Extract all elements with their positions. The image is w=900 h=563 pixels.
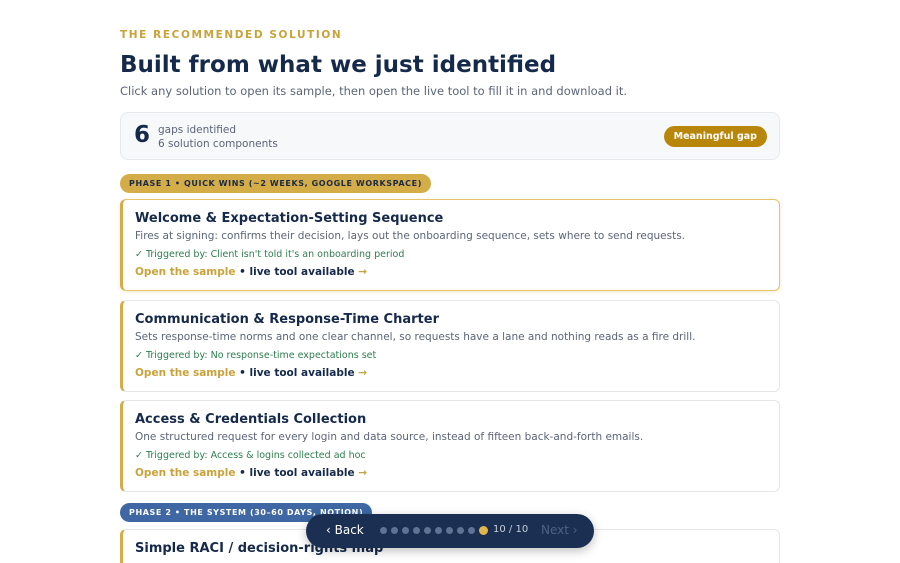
solution-card-communication[interactable]: Communication & Response-Time Charter Se… (120, 300, 780, 392)
step-dots (380, 526, 488, 535)
stats-panel: 6 gaps identified 6 solution components … (120, 112, 780, 160)
arrow-right-icon: → (354, 467, 368, 479)
card-title: Communication & Response-Time Charter (135, 312, 439, 327)
step-dot[interactable] (391, 527, 398, 534)
step-dot[interactable] (446, 527, 453, 534)
solution-card-access[interactable]: Access & Credentials Collection One stru… (120, 400, 780, 492)
arrow-right-icon: → (354, 266, 368, 278)
severity-badge: Meaningful gap (663, 126, 767, 147)
live-tool-link[interactable]: • live tool available (235, 266, 354, 278)
step-dot[interactable] (435, 527, 442, 534)
card-trigger: ✓ Triggered by: No response-time expecta… (135, 350, 377, 361)
card-trigger: ✓ Triggered by: Access & logins collecte… (135, 450, 366, 461)
page-subtitle: Click any solution to open its sample, t… (120, 84, 628, 98)
live-tool-link[interactable]: • live tool available (235, 367, 354, 379)
solution-card-welcome[interactable]: Welcome & Expectation-Setting Sequence F… (120, 199, 780, 291)
card-title: Welcome & Expectation-Setting Sequence (135, 211, 444, 226)
section-eyebrow: THE RECOMMENDED SOLUTION (120, 29, 343, 41)
card-trigger: ✓ Triggered by: Client isn't told it's a… (135, 249, 405, 260)
step-dot[interactable] (380, 527, 387, 534)
pager-bar: ‹ Back 10 / 10 Next › (306, 514, 594, 548)
step-dot[interactable] (468, 527, 475, 534)
phase-1-label: PHASE 1 • QUICK WINS (~2 WEEKS, GOOGLE W… (120, 174, 431, 193)
step-dot[interactable] (424, 527, 431, 534)
card-description: Sets response-time norms and one clear c… (135, 331, 696, 343)
components-label: 6 solution components (158, 138, 278, 150)
gaps-count: 6 (134, 122, 151, 148)
open-sample-link[interactable]: Open the sample (135, 266, 235, 278)
arrow-right-icon: → (354, 367, 368, 379)
page-title: Built from what we just identified (120, 52, 557, 78)
card-description: One structured request for every login a… (135, 431, 644, 443)
back-button[interactable]: ‹ Back (326, 523, 364, 537)
card-links: Open the sample • live tool available → (135, 266, 367, 278)
card-description: Fires at signing: confirms their decisio… (135, 230, 686, 242)
open-sample-link[interactable]: Open the sample (135, 467, 235, 479)
card-title: Access & Credentials Collection (135, 412, 367, 427)
next-button[interactable]: Next › (541, 523, 578, 537)
card-links: Open the sample • live tool available → (135, 467, 367, 479)
gaps-label: gaps identified (158, 124, 237, 136)
live-tool-link[interactable]: • live tool available (235, 467, 354, 479)
step-dot[interactable] (402, 527, 409, 534)
step-counter: 10 / 10 (493, 524, 529, 535)
step-dot[interactable] (457, 527, 464, 534)
card-links: Open the sample • live tool available → (135, 367, 367, 379)
open-sample-link[interactable]: Open the sample (135, 367, 235, 379)
step-dot[interactable] (479, 526, 488, 535)
step-dot[interactable] (413, 527, 420, 534)
